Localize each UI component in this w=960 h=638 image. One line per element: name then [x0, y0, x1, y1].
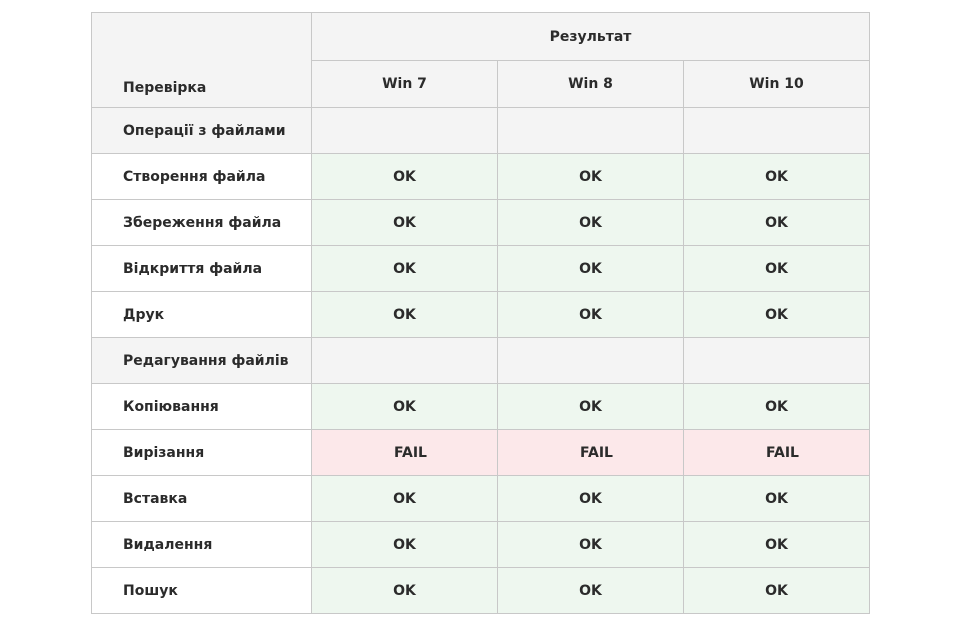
check-name: Видалення	[91, 521, 312, 568]
result-value: OK	[393, 536, 416, 553]
result-value: OK	[579, 214, 602, 231]
table-row: Збереження файла OK OK OK	[91, 199, 871, 246]
table-row: Відкриття файла OK OK OK	[91, 245, 871, 292]
section-title: Операції з файлами	[91, 107, 312, 154]
result-ok-cell: OK	[311, 199, 498, 246]
result-value: OK	[765, 214, 788, 231]
table-row: Видалення OK OK OK	[91, 521, 871, 568]
result-value: OK	[579, 168, 602, 185]
os-header-win7: Win 7	[311, 60, 498, 108]
table-row: Створення файла OK OK OK	[91, 153, 871, 200]
table-row: Копіювання OK OK OK	[91, 383, 871, 430]
result-value: OK	[393, 582, 416, 599]
result-ok-cell: OK	[311, 383, 498, 430]
check-name: Вставка	[91, 475, 312, 522]
result-value: OK	[579, 490, 602, 507]
result-ok-cell: OK	[682, 291, 871, 338]
section-empty-cell	[311, 337, 498, 384]
check-column-header: Перевірка	[91, 12, 312, 108]
result-value: FAIL	[580, 444, 613, 461]
result-value: OK	[393, 168, 416, 185]
result-ok-cell: OK	[497, 521, 684, 568]
result-ok-cell: OK	[682, 153, 871, 200]
table-body: Операції з файлами Створення файла OK OK OK З…	[91, 107, 871, 614]
result-ok-cell: OK	[497, 245, 684, 292]
result-value: OK	[765, 306, 788, 323]
result-ok-cell: OK	[497, 567, 684, 614]
os-header-win8: Win 8	[497, 60, 684, 108]
table-row: Друк OK OK OK	[91, 291, 871, 338]
check-name: Копіювання	[91, 383, 312, 430]
result-ok-cell: OK	[682, 383, 871, 430]
section-empty-cell	[497, 337, 684, 384]
result-value: OK	[393, 398, 416, 415]
result-ok-cell: OK	[682, 475, 871, 522]
result-value: OK	[765, 536, 788, 553]
result-ok-cell: OK	[497, 475, 684, 522]
result-value: OK	[579, 398, 602, 415]
result-fail-cell: FAIL	[311, 429, 498, 476]
result-ok-cell: OK	[682, 199, 871, 246]
result-value: OK	[393, 490, 416, 507]
section-empty-cell	[311, 107, 498, 154]
check-name: Створення файла	[91, 153, 312, 200]
result-column-header: Результат	[310, 12, 871, 61]
result-fail-cell: FAIL	[682, 429, 871, 476]
check-name: Пошук	[91, 567, 312, 614]
result-value: OK	[579, 582, 602, 599]
result-value: OK	[579, 536, 602, 553]
result-value: OK	[393, 306, 416, 323]
result-ok-cell: OK	[497, 383, 684, 430]
result-ok-cell: OK	[311, 153, 498, 200]
result-value: OK	[579, 260, 602, 277]
check-name: Відкриття файла	[91, 245, 312, 292]
result-fail-cell: FAIL	[497, 429, 684, 476]
section-empty-cell	[682, 107, 871, 154]
result-ok-cell: OK	[682, 521, 871, 568]
table-row: Пошук OK OK OK	[91, 567, 871, 614]
check-name: Вирізання	[91, 429, 312, 476]
section-empty-cell	[682, 337, 871, 384]
result-ok-cell: OK	[311, 521, 498, 568]
result-ok-cell: OK	[311, 245, 498, 292]
result-value: OK	[765, 398, 788, 415]
result-ok-cell: OK	[311, 567, 498, 614]
result-ok-cell: OK	[311, 291, 498, 338]
table-header: Перевірка Результат Win 7 Win 8 Win 10	[91, 12, 871, 108]
result-value: FAIL	[394, 444, 427, 461]
os-header-win10: Win 10	[682, 60, 871, 108]
header-row-top: Перевірка Результат	[91, 12, 871, 108]
result-value: OK	[393, 214, 416, 231]
result-value: OK	[765, 582, 788, 599]
result-value: OK	[765, 260, 788, 277]
result-value: OK	[579, 306, 602, 323]
result-ok-cell: OK	[311, 475, 498, 522]
result-value: OK	[393, 260, 416, 277]
section-row: Операції з файлами	[91, 107, 871, 154]
check-name: Збереження файла	[91, 199, 312, 246]
table-row: Вирізання FAIL FAIL FAIL	[91, 429, 871, 476]
check-name: Друк	[91, 291, 312, 338]
result-value: OK	[765, 168, 788, 185]
section-empty-cell	[497, 107, 684, 154]
result-value: OK	[765, 490, 788, 507]
section-title: Редагування файлів	[91, 337, 312, 384]
result-value: FAIL	[766, 444, 799, 461]
result-ok-cell: OK	[682, 567, 871, 614]
result-ok-cell: OK	[497, 291, 684, 338]
result-ok-cell: OK	[497, 153, 684, 200]
test-results-table: Перевірка Результат Win 7 Win 8 Win 10 О…	[91, 12, 871, 614]
result-ok-cell: OK	[682, 245, 871, 292]
table-row: Вставка OK OK OK	[91, 475, 871, 522]
section-row: Редагування файлів	[91, 337, 871, 384]
result-ok-cell: OK	[497, 199, 684, 246]
